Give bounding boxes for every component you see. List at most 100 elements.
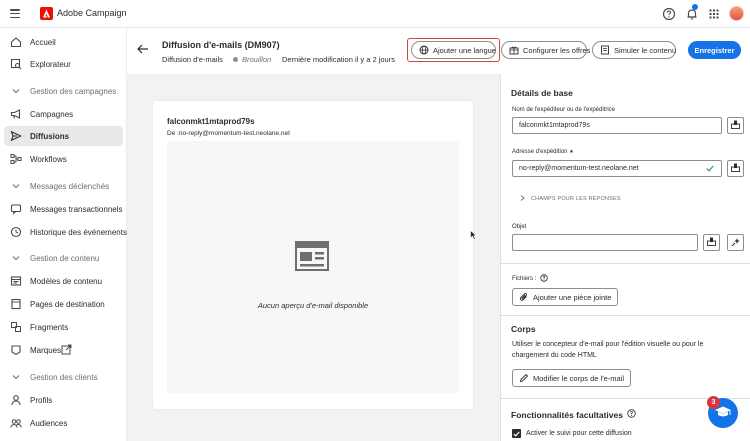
sidebar-section-content[interactable]: Gestion de contenu	[0, 248, 127, 268]
personalize-icon	[707, 237, 716, 248]
delivery-header: Diffusion d'e-mails (DM907) Diffusion d'…	[127, 28, 750, 74]
chevron-down-icon	[10, 85, 22, 97]
sidebar: Accueil Explorateur Gestion des campagne…	[0, 28, 127, 441]
sidebar-section-clients[interactable]: Gestion des clients	[0, 367, 127, 387]
sidebar-item-label: Marques	[30, 345, 62, 355]
brand-icon	[10, 344, 22, 356]
personalize-subject-button[interactable]	[703, 234, 720, 251]
preview-area: falconmkt1mtaprod79s De :no-reply@moment…	[127, 74, 500, 441]
fragment-icon	[10, 321, 22, 333]
apps-grid-icon[interactable]	[707, 7, 721, 21]
sidebar-section-label: Gestion de contenu	[30, 253, 100, 263]
top-bar: Adobe Campaign	[0, 0, 750, 28]
sparkle-icon	[731, 237, 741, 249]
sidebar-item-label: Modèles de contenu	[30, 276, 103, 286]
sidebar-item-workflows[interactable]: Workflows	[0, 149, 127, 169]
avatar[interactable]	[729, 6, 744, 21]
offers-icon	[509, 45, 519, 55]
sidebar-item-historique[interactable]: Historique des événements	[0, 222, 127, 242]
chevron-down-icon	[10, 252, 22, 264]
edit-email-body-label: Modifier le corps de l'e-mail	[533, 373, 625, 383]
template-icon	[10, 275, 22, 287]
simulate-icon	[600, 45, 610, 55]
sidebar-item-modeles[interactable]: Modèles de contenu	[0, 271, 127, 291]
last-modified: Dernière modification il y a 2 jours	[282, 55, 395, 64]
sender-name-field[interactable]: falconmkt1mtaprod79s	[512, 117, 722, 134]
sidebar-item-explorateur[interactable]: Explorateur	[0, 54, 127, 74]
simulate-content-button[interactable]: Simuler le contenu	[592, 41, 676, 59]
body-description: Utiliser le concepteur d'e-mail pour l'é…	[512, 341, 704, 359]
pencil-icon	[519, 373, 529, 383]
preview-from: De :no-reply@momentum-test.neolane.net	[167, 130, 290, 137]
add-attachment-button[interactable]: Ajouter une pièce jointe	[512, 288, 619, 306]
configure-offers-button[interactable]: Configurer les offres	[501, 41, 591, 59]
sender-name-label: Nom de l'expéditeur ou de l'expéditrice	[512, 107, 616, 113]
add-language-button[interactable]: Ajouter une langue	[411, 41, 496, 59]
add-language-label: Ajouter une langue	[433, 45, 496, 55]
files-label-text: Fichiers :	[512, 276, 537, 282]
sidebar-item-messages-transactionnels[interactable]: Messages transactionnels	[0, 199, 127, 219]
add-attachment-label: Ajouter une pièce jointe	[533, 292, 612, 302]
sidebar-item-marques[interactable]: Marques	[0, 340, 127, 360]
checkmark-icon	[706, 165, 714, 174]
reply-fields-label: CHAMPS POUR LES RÉPONSES	[531, 196, 621, 202]
menu-icon[interactable]	[10, 9, 20, 18]
save-button[interactable]: Enregistrer	[688, 41, 741, 59]
globe-icon	[419, 45, 429, 55]
configure-offers-label: Configurer les offres	[523, 45, 591, 55]
personalize-address-button[interactable]	[727, 160, 744, 177]
subject-field[interactable]	[512, 234, 698, 251]
history-icon	[10, 226, 22, 238]
info-icon[interactable]	[627, 409, 636, 420]
sidebar-section-triggered[interactable]: Messages déclenchés	[0, 176, 127, 196]
home-icon	[10, 36, 22, 48]
edit-email-body-button[interactable]: Modifier le corps de l'e-mail	[512, 369, 632, 387]
optional-features-title: Fonctionnalités facultatives	[511, 409, 623, 420]
files-label: Fichiers :	[512, 274, 549, 284]
notification-dot	[692, 4, 698, 10]
external-link-icon	[61, 344, 72, 357]
page-subtitle: Diffusion d'e-mails	[162, 55, 223, 64]
sidebar-item-label: Historique des événements	[30, 227, 127, 237]
sidebar-section-campaigns[interactable]: Gestion des campagnes	[0, 81, 127, 101]
sidebar-item-diffusions[interactable]: Diffusions	[4, 126, 123, 146]
sender-address-label-text: Adresse d'expédition	[512, 149, 568, 155]
section-divider	[501, 315, 750, 316]
adobe-logo	[40, 7, 53, 20]
sidebar-item-pages[interactable]: Pages de destination	[0, 294, 127, 314]
page-title: Diffusion d'e-mails (DM907)	[162, 40, 280, 50]
personalize-sender-button[interactable]	[727, 117, 744, 134]
sidebar-section-label: Messages déclenchés	[30, 181, 110, 191]
back-arrow-icon[interactable]	[137, 44, 149, 54]
info-icon[interactable]	[540, 274, 549, 284]
sender-address-field[interactable]: no-reply@momentum-test.neolane.net	[512, 160, 722, 177]
tracking-checkbox[interactable]	[512, 429, 521, 438]
personalize-icon	[731, 163, 740, 174]
chevron-down-icon	[10, 371, 22, 383]
email-preview-icon	[295, 241, 329, 271]
section-divider	[501, 263, 750, 264]
chevron-down-icon	[10, 180, 22, 192]
reply-fields-toggle[interactable]: CHAMPS POUR LES RÉPONSES	[520, 195, 621, 203]
ai-assistant-button[interactable]	[727, 234, 744, 251]
megaphone-icon	[10, 108, 22, 120]
sidebar-item-campagnes[interactable]: Campagnes	[0, 104, 127, 124]
chevron-right-icon	[520, 195, 525, 203]
sidebar-item-profils[interactable]: Profils	[0, 390, 127, 410]
personalize-icon	[731, 120, 740, 131]
explorer-icon	[10, 58, 22, 70]
sidebar-item-audiences[interactable]: Audiences	[0, 413, 127, 433]
sidebar-item-fragments[interactable]: Fragments	[0, 317, 127, 337]
sidebar-item-label: Explorateur	[30, 59, 71, 69]
sidebar-item-label: Diffusions	[30, 131, 70, 141]
body-heading: Corps	[511, 324, 536, 334]
preview-sender: falconmkt1mtaprod79s	[167, 117, 255, 126]
email-preview-card: falconmkt1mtaprod79s De :no-reply@moment…	[153, 101, 473, 409]
optional-features-heading: Fonctionnalités facultatives	[511, 409, 636, 420]
message-icon	[10, 203, 22, 215]
sidebar-item-label: Campagnes	[30, 109, 74, 119]
send-icon	[10, 130, 22, 142]
status-dot	[233, 57, 238, 62]
sidebar-item-accueil[interactable]: Accueil	[0, 32, 127, 52]
help-icon[interactable]	[662, 7, 676, 21]
